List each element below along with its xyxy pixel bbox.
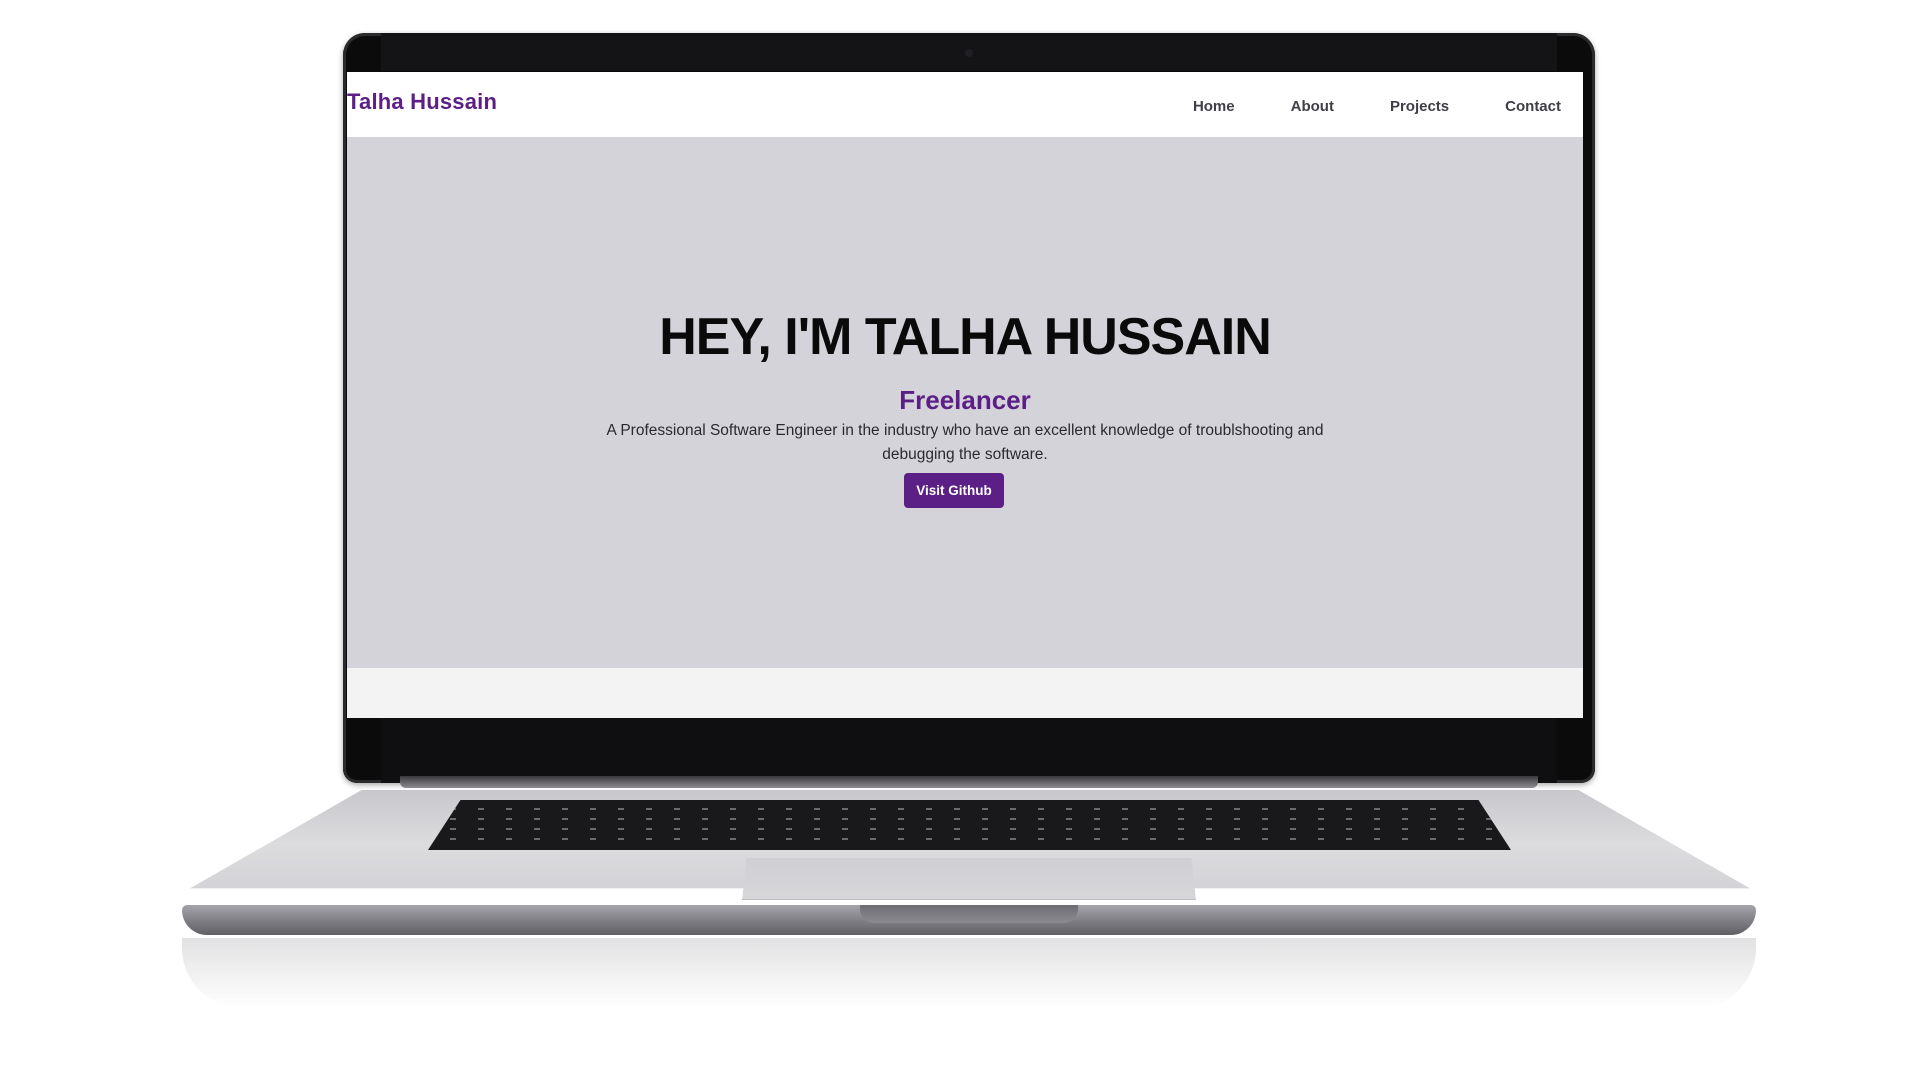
bezel-top: [381, 33, 1557, 71]
laptop-hinge: [400, 776, 1538, 788]
lid-notch: [860, 905, 1078, 923]
hero-description: A Professional Software Engineer in the …: [606, 422, 1324, 463]
key-row: [428, 808, 1511, 810]
key-row: [428, 838, 1511, 840]
visit-github-button[interactable]: Visit Github: [904, 473, 1004, 508]
nav-link-projects[interactable]: Projects: [1390, 98, 1449, 115]
navbar: Talha Hussain Home About Projects Contac…: [347, 72, 1583, 137]
hero-section: HEY, I'M TALHA HUSSAIN Freelancer A Prof…: [347, 137, 1583, 668]
nav-menu: Home About Projects Contact: [1193, 98, 1561, 115]
bezel-bottom: [381, 713, 1557, 783]
key-row: [428, 828, 1511, 830]
key-row: [428, 818, 1511, 820]
camera-icon: [965, 49, 973, 57]
nav-link-about[interactable]: About: [1291, 98, 1334, 115]
keyboard: [428, 800, 1511, 850]
website-screen: Talha Hussain Home About Projects Contac…: [347, 72, 1583, 718]
laptop-reflection: [182, 938, 1756, 1008]
brand-logo[interactable]: Talha Hussain: [347, 89, 497, 115]
trackpad: [742, 858, 1196, 900]
nav-link-contact[interactable]: Contact: [1505, 98, 1561, 115]
hero-subtitle: Freelancer: [899, 385, 1031, 415]
hero-title: HEY, I'M TALHA HUSSAIN: [659, 308, 1272, 366]
nav-link-home[interactable]: Home: [1193, 98, 1235, 115]
laptop-mockup: Talha Hussain Home About Projects Contac…: [0, 0, 1920, 1080]
